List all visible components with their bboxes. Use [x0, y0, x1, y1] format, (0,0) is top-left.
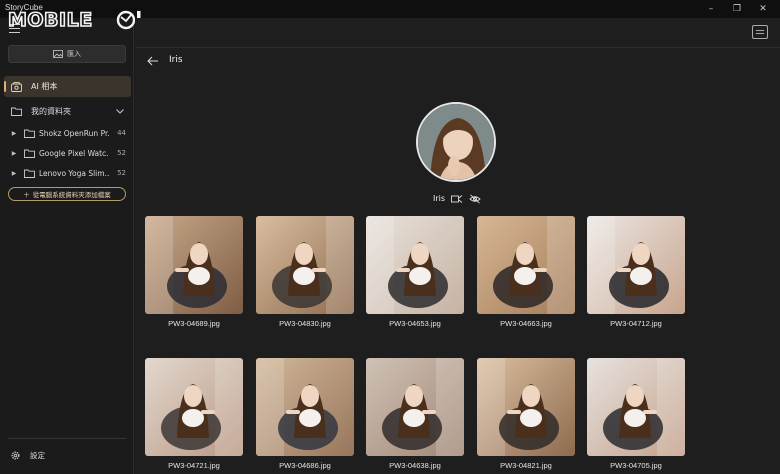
sidebar: 匯入 AI 相本 我的資料夾 ▶ Shokz OpenRun Pr... 44 …: [0, 18, 134, 474]
sidebar-item-my-folders[interactable]: 我的資料夾: [4, 102, 131, 120]
photo-image: [587, 216, 685, 314]
photo-thumbnail[interactable]: [477, 358, 575, 456]
folder-count: 44: [117, 129, 126, 137]
photo-card[interactable]: PW3-04821.jpg: [477, 358, 575, 470]
folder-icon: [24, 149, 35, 158]
photo-card[interactable]: PW3-04638.jpg: [366, 358, 464, 470]
header-divider: [135, 47, 780, 48]
folder-count: 52: [117, 169, 126, 177]
photo-filename: PW3-04821.jpg: [500, 461, 552, 470]
folder-icon: [24, 169, 35, 178]
sidebar-item-ai-album[interactable]: AI 相本: [4, 76, 131, 97]
expand-arrow-icon[interactable]: ▶: [8, 130, 20, 137]
photo-card[interactable]: PW3-04721.jpg: [145, 358, 243, 470]
avatar-image: [418, 104, 494, 180]
photo-image: [477, 216, 575, 314]
chevron-down-icon[interactable]: [115, 106, 125, 116]
photo-filename: PW3-04712.jpg: [610, 319, 662, 328]
photo-filename: PW3-04830.jpg: [279, 319, 331, 328]
photo-image: [366, 216, 464, 314]
photo-image: [366, 358, 464, 456]
photo-thumbnail[interactable]: [145, 216, 243, 314]
settings-label: 設定: [30, 451, 45, 460]
folder-name: Lenovo Yoga Slim...: [39, 168, 109, 178]
photo-filename: PW3-04686.jpg: [279, 461, 331, 470]
folder-item[interactable]: ▶ Google Pixel Watc... 52: [4, 144, 131, 162]
photo-filename: PW3-04721.jpg: [168, 461, 220, 470]
hide-person-icon[interactable]: [469, 194, 481, 204]
settings-button[interactable]: 設定: [10, 450, 45, 461]
photo-card[interactable]: PW3-04830.jpg: [256, 216, 354, 328]
photo-thumbnail[interactable]: [256, 216, 354, 314]
person-actions: [451, 194, 481, 204]
my-folders-label: 我的資料夾: [31, 106, 71, 116]
folder-icon: [24, 129, 35, 138]
folder-item[interactable]: ▶ Shokz OpenRun Pr... 44: [4, 124, 131, 142]
photo-card[interactable]: PW3-04705.jpg: [587, 358, 685, 470]
gear-icon: [11, 451, 20, 460]
photo-thumbnail[interactable]: [587, 358, 685, 456]
maximize-button[interactable]: ❐: [724, 2, 750, 16]
add-folder-label: 從電腦系統資料夾添加檔案: [32, 191, 111, 199]
import-label: 匯入: [67, 50, 81, 58]
photo-thumbnail[interactable]: [366, 216, 464, 314]
feedback-icon[interactable]: [752, 25, 768, 39]
photo-thumbnail[interactable]: [587, 216, 685, 314]
photo-thumbnail[interactable]: [145, 358, 243, 456]
photo-filename: PW3-04653.jpg: [389, 319, 441, 328]
folder-icon: [11, 107, 22, 116]
folder-name: Google Pixel Watc...: [39, 148, 109, 158]
minimize-button[interactable]: –: [698, 2, 724, 16]
album-icon: [11, 81, 22, 92]
svg-text:MOBILE: MOBILE: [8, 9, 93, 30]
photo-image: [145, 216, 243, 314]
close-button[interactable]: ✕: [750, 2, 776, 16]
photo-card[interactable]: PW3-04663.jpg: [477, 216, 575, 328]
rename-icon[interactable]: [451, 194, 463, 204]
photo-card[interactable]: PW3-04689.jpg: [145, 216, 243, 328]
person-avatar[interactable]: [416, 102, 496, 182]
photo-thumbnail[interactable]: [256, 358, 354, 456]
page-title: Iris: [169, 55, 183, 65]
import-button[interactable]: 匯入: [8, 45, 126, 63]
ai-album-label: AI 相本: [31, 82, 58, 91]
plus-icon: ＋: [23, 191, 30, 199]
photo-filename: PW3-04689.jpg: [168, 319, 220, 328]
photo-filename: PW3-04705.jpg: [610, 461, 662, 470]
photo-card[interactable]: PW3-04712.jpg: [587, 216, 685, 328]
photo-image: [256, 358, 354, 456]
photo-thumbnail[interactable]: [477, 216, 575, 314]
expand-arrow-icon[interactable]: ▶: [8, 150, 20, 157]
photo-image: [477, 358, 575, 456]
add-folder-button[interactable]: ＋ 從電腦系統資料夾添加檔案: [8, 187, 126, 201]
photo-filename: PW3-04663.jpg: [500, 319, 552, 328]
back-arrow-icon[interactable]: [147, 56, 159, 66]
mobile01-logo: MOBILE: [8, 8, 141, 30]
main-panel: Iris Iris PW3-04689.jpg PW3-04830.jpg PW3-…: [135, 18, 780, 474]
photo-thumbnail[interactable]: [366, 358, 464, 456]
photo-filename: PW3-04638.jpg: [389, 461, 441, 470]
photo-image: [256, 216, 354, 314]
photo-image: [145, 358, 243, 456]
sidebar-divider: [8, 438, 126, 439]
folder-name: Shokz OpenRun Pr...: [39, 128, 109, 138]
image-icon: [53, 50, 63, 58]
window-controls: – ❐ ✕: [698, 2, 776, 16]
folder-item[interactable]: ▶ Lenovo Yoga Slim... 52: [4, 164, 131, 182]
person-name: Iris: [433, 194, 446, 203]
folder-count: 52: [117, 149, 126, 157]
photo-card[interactable]: PW3-04653.jpg: [366, 216, 464, 328]
photo-image: [587, 358, 685, 456]
photo-card[interactable]: PW3-04686.jpg: [256, 358, 354, 470]
expand-arrow-icon[interactable]: ▶: [8, 170, 20, 177]
